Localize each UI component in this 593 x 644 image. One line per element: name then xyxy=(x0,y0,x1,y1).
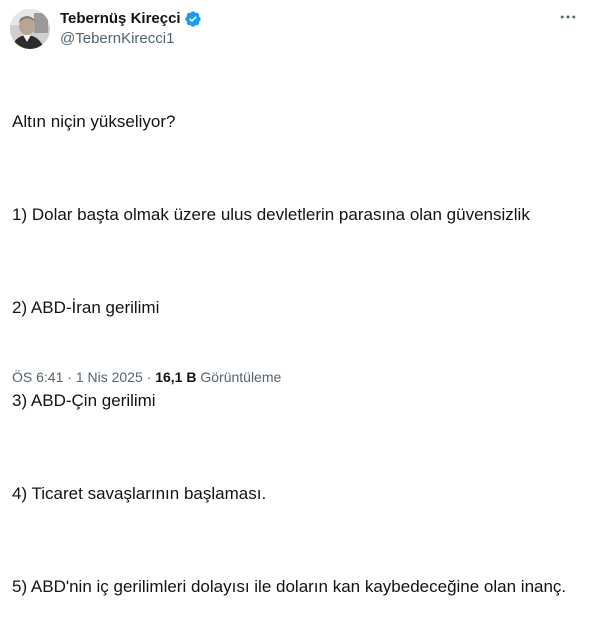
views-count: 16,1 B xyxy=(155,369,197,385)
more-horizontal-icon xyxy=(558,7,578,32)
author-name-text: Tebernüş Kireçci xyxy=(60,10,181,27)
views-link[interactable]: 16,1 B Görüntüleme xyxy=(155,369,281,385)
meta-separator: · xyxy=(67,369,72,385)
avatar[interactable] xyxy=(10,9,50,49)
tweet-time-link[interactable]: ÖS 6:41 · 1 Nis 2025 xyxy=(12,369,143,385)
tweet-date: 1 Nis 2025 xyxy=(75,369,143,385)
tweet-line: 3) ABD-Çin gerilimi xyxy=(12,391,156,410)
author-name[interactable]: Tebernüş Kireçci xyxy=(60,10,202,28)
tweet-card: Tebernüş Kireçci @TebernKirecci1 Altın n… xyxy=(0,0,593,596)
tweet-text: Altın niçin yükseliyor? 1) Dolar başta o… xyxy=(12,64,582,644)
tweet-meta: ÖS 6:41 · 1 Nis 2025 · 16,1 B Görüntülem… xyxy=(12,368,281,386)
tweet-line: 1) Dolar başta olmak üzere ulus devletle… xyxy=(12,205,530,224)
tweet-line: 5) ABD'nin iç gerilimleri dolayısı ile d… xyxy=(12,577,567,596)
meta-separator: · xyxy=(146,369,152,385)
tweet-line: 4) Ticaret savaşlarının başlaması. xyxy=(12,484,267,503)
tweet-line: 2) ABD-İran gerilimi xyxy=(12,298,160,317)
avatar-photo xyxy=(10,9,50,49)
author-handle[interactable]: @TebernKirecci1 xyxy=(60,30,174,48)
verified-badge-icon xyxy=(184,10,202,28)
tweet-line: Altın niçin yükseliyor? xyxy=(12,112,176,131)
more-options-button[interactable] xyxy=(554,9,582,29)
tweet-time: ÖS 6:41 xyxy=(12,369,64,385)
views-label: Görüntüleme xyxy=(200,369,282,385)
